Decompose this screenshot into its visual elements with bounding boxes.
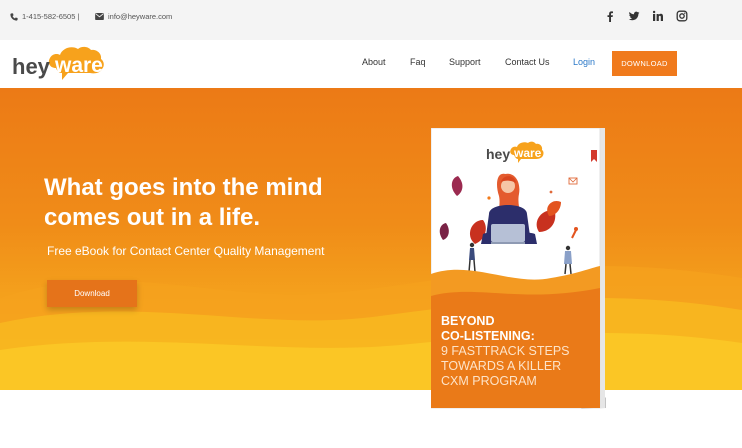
envelope-icon: [95, 13, 104, 20]
svg-text:ware: ware: [54, 54, 103, 77]
ebook-title-line-2: CO-LISTENING:: [441, 329, 535, 343]
email-contact[interactable]: info@heyware.com: [95, 12, 172, 21]
ebook-title: BEYOND CO-LISTENING: 9 FASTTRACK STEPS T…: [441, 314, 601, 389]
ebook-title-line-4: TOWARDS A KILLER: [441, 359, 562, 373]
hero-subheading: Free eBook for Contact Center Quality Ma…: [47, 244, 325, 258]
svg-text:hey: hey: [12, 54, 51, 79]
phone-number: 1-415-582-6505 |: [22, 12, 80, 21]
nav-faq[interactable]: Faq: [410, 57, 426, 67]
ebook-title-line-5: CXM PROGRAM: [441, 374, 537, 388]
svg-text:ware: ware: [513, 146, 542, 160]
social-links: [604, 10, 688, 22]
headline-line-1: What goes into the mind: [44, 174, 323, 201]
download-button[interactable]: DOWNLOAD: [612, 51, 677, 76]
nav-about[interactable]: About: [362, 57, 386, 67]
top-contact-bar: 1-415-582-6505 | info@heyware.com: [0, 0, 742, 40]
ebook-title-line-3: 9 FASTTRACK STEPS: [441, 344, 570, 358]
linkedin-icon[interactable]: [652, 10, 664, 22]
instagram-icon[interactable]: [676, 10, 688, 22]
ebook-logo: hey ware: [485, 140, 545, 171]
svg-text:hey: hey: [486, 146, 510, 162]
nav-contact-us[interactable]: Contact Us: [505, 57, 550, 67]
headline-line-2: comes out in a life.: [44, 204, 261, 231]
facebook-icon[interactable]: [604, 10, 616, 22]
ebook-cover[interactable]: hey ware BEYOND CO-LISTENING: 9 FASTTRAC…: [430, 127, 615, 410]
phone-contact[interactable]: 1-415-582-6505 |: [10, 12, 79, 21]
ebook-title-line-1: BEYOND: [441, 314, 495, 328]
heyware-logo[interactable]: hey ware: [10, 44, 108, 86]
hero-headline: What goes into the mind comes out in a l…: [44, 173, 404, 233]
nav-support[interactable]: Support: [449, 57, 481, 67]
email-address: info@heyware.com: [108, 12, 173, 21]
hero-wave-background: [0, 266, 742, 390]
twitter-icon[interactable]: [628, 10, 640, 22]
nav-login[interactable]: Login: [573, 57, 595, 67]
phone-icon: [10, 12, 18, 21]
main-navigation: hey ware About Faq Support Contact Us Lo…: [0, 40, 742, 88]
hero-section: What goes into the mind comes out in a l…: [0, 88, 742, 390]
hero-download-button[interactable]: Download: [47, 280, 137, 307]
